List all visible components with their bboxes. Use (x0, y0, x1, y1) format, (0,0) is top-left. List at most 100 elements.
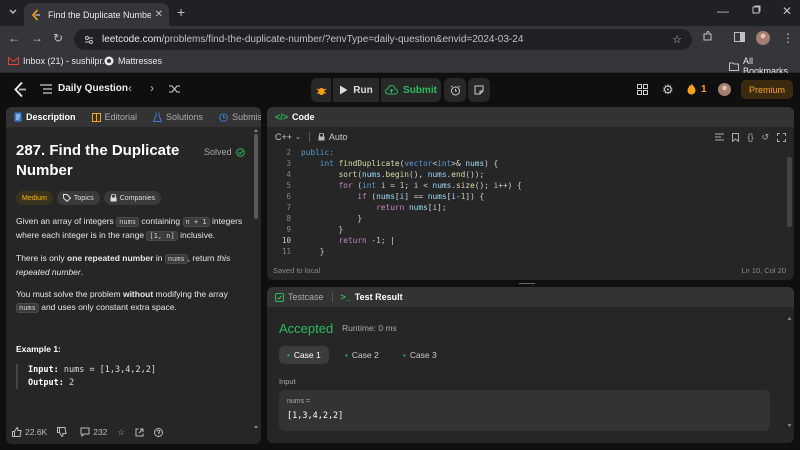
close-tab-icon[interactable]: ✕ (155, 9, 163, 20)
shuffle-icon[interactable] (169, 84, 180, 94)
code-scrollbar[interactable] (787, 157, 792, 227)
runtime-text: Runtime: 0 ms (342, 323, 397, 333)
premium-button[interactable]: Premium (741, 80, 793, 99)
bookmark-icon[interactable] (732, 132, 740, 142)
code-tabs: </> Code (267, 107, 794, 127)
notes-button[interactable] (468, 78, 490, 102)
case-tab-3[interactable]: • Case 3 (395, 346, 445, 364)
problem-tags: Medium Topics Companies (16, 191, 248, 205)
difficulty-badge[interactable]: Medium (16, 191, 53, 205)
cursor-position: Ln 10, Col 20 (741, 265, 786, 275)
close-window-icon[interactable]: ✕ (782, 4, 792, 18)
browser-tabstrip: Find the Duplicate Number - Le ✕ + — ✕ (0, 0, 800, 26)
editor-status-bar: Saved to local Ln 10, Col 20 (273, 263, 786, 277)
side-panel-icon[interactable] (734, 32, 745, 42)
pass-dot-icon: • (403, 350, 406, 360)
format-code-icon[interactable] (715, 133, 725, 141)
address-bar[interactable]: leetcode.com/problems/find-the-duplicate… (74, 29, 692, 50)
dislike-button[interactable] (57, 427, 70, 437)
alarm-clock-icon (450, 85, 460, 95)
result-tabs: Testcase >_ Test Result (267, 287, 794, 307)
extensions-icon[interactable] (702, 31, 713, 42)
language-select[interactable]: C++ ⌄ (275, 132, 301, 142)
tab-search-icon[interactable] (8, 6, 18, 16)
result-scrollbar[interactable] (787, 317, 792, 427)
panel-resize-handle[interactable] (518, 282, 536, 285)
example-block: Input: nums = [1,3,4,2,2] Output: 2 (16, 364, 248, 389)
minimize-icon[interactable]: — (717, 4, 729, 18)
pass-dot-icon: • (287, 350, 290, 360)
tab-submissions[interactable]: Submission (219, 112, 261, 122)
problem-list-icon[interactable] (40, 84, 52, 94)
input-label: Input (279, 377, 296, 386)
code-editor[interactable]: 2 public: 3 int findDuplicate(vector<int>… (267, 147, 794, 257)
streak-counter[interactable]: 1 (687, 83, 707, 95)
description-scrollbar[interactable] (253, 129, 259, 429)
user-avatar[interactable] (718, 83, 731, 96)
code-line: 7 return nums[i]; (286, 203, 447, 212)
tab-code[interactable]: </> Code (275, 112, 315, 122)
tab-solutions[interactable]: Solutions (153, 112, 203, 122)
braces-icon[interactable]: {} (747, 132, 753, 142)
statement-paragraph-3: You must solve the problem without modif… (16, 289, 228, 313)
description-body: 287. Find the Duplicate Number Solved Me… (16, 141, 248, 389)
share-icon[interactable] (135, 428, 144, 437)
code-line: 4 sort(nums.begin(), nums.end()); (286, 170, 485, 179)
topics-chip[interactable]: Topics (56, 191, 100, 205)
tab-editorial[interactable]: Editorial (91, 112, 137, 122)
back-icon[interactable]: ← (8, 31, 20, 45)
companies-chip[interactable]: Companies (103, 191, 162, 205)
code-line: 5 for (int i = 1; i < nums.size(); i++) … (286, 181, 522, 190)
submit-button[interactable]: Submit (381, 78, 441, 102)
result-status: Accepted (279, 321, 334, 336)
bookmark-mattresses[interactable]: Mattresses (104, 56, 162, 66)
case-tab-1[interactable]: • Case 1 (279, 346, 329, 364)
bookmark-gmail[interactable]: Inbox (21) - sushilpr... (8, 56, 110, 66)
daily-question-title[interactable]: Daily Question (58, 83, 128, 94)
check-circle-icon (235, 147, 245, 157)
tab-test-result[interactable]: >_ Test Result (341, 292, 403, 302)
forward-icon[interactable]: → (31, 31, 43, 45)
new-tab-icon[interactable]: + (177, 4, 185, 20)
reload-icon[interactable]: ↻ (53, 31, 63, 45)
problem-title: 287. Find the Duplicate Number (16, 142, 180, 179)
gmail-icon (8, 57, 19, 65)
leetcode-logo[interactable] (12, 81, 28, 98)
test-result-panel: Testcase >_ Test Result Accepted Runtime… (267, 287, 794, 443)
tab-description[interactable]: Description (14, 112, 76, 122)
bug-icon (316, 87, 326, 95)
debug-button[interactable] (311, 78, 331, 102)
thumbs-up-icon (12, 427, 22, 437)
prev-problem-icon[interactable]: ‹ (128, 81, 132, 95)
description-tabs: Description Editorial Solutions Submissi… (6, 107, 261, 127)
case-tab-2[interactable]: • Case 2 (337, 346, 387, 364)
profile-avatar[interactable] (756, 31, 770, 45)
settings-gear-icon[interactable]: ⚙ (662, 82, 674, 98)
help-icon[interactable] (154, 427, 164, 437)
browser-tab-active[interactable]: Find the Duplicate Number - Le ✕ (24, 3, 169, 26)
maximize-icon[interactable] (752, 5, 761, 14)
run-button[interactable]: Run (333, 78, 379, 102)
tab-title: Find the Duplicate Number - Le (48, 9, 151, 20)
description-panel: Description Editorial Solutions Submissi… (6, 107, 261, 444)
tab-testcase[interactable]: Testcase (275, 292, 324, 302)
layout-grid-icon[interactable] (637, 84, 648, 95)
statement-paragraph-1: Given an array of integers nums containi… (16, 216, 243, 241)
chevron-down-icon: ⌄ (295, 134, 301, 141)
fullscreen-icon[interactable] (777, 132, 786, 142)
reset-code-icon[interactable]: ↺ (761, 132, 769, 143)
toolbar-divider (308, 132, 310, 142)
input-value-box: nums = [1,3,4,2,2] (279, 390, 770, 431)
browser-menu-icon[interactable]: ⋮ (782, 31, 794, 45)
bookmark-star-icon[interactable]: ☆ (672, 33, 682, 46)
like-button[interactable]: 22.6K (12, 427, 47, 437)
comment-icon (80, 427, 90, 437)
bookmarks-bar: Inbox (21) - sushilpr... Mattresses All … (0, 53, 800, 76)
timer-button[interactable] (444, 78, 466, 102)
next-problem-icon[interactable]: › (150, 81, 154, 95)
comments-button[interactable]: 232 (80, 427, 107, 437)
auto-mode-toggle[interactable]: Auto (318, 132, 347, 142)
site-info-icon[interactable] (84, 35, 94, 45)
tab-divider (331, 292, 333, 302)
favorite-star-icon[interactable]: ☆ (117, 427, 125, 438)
